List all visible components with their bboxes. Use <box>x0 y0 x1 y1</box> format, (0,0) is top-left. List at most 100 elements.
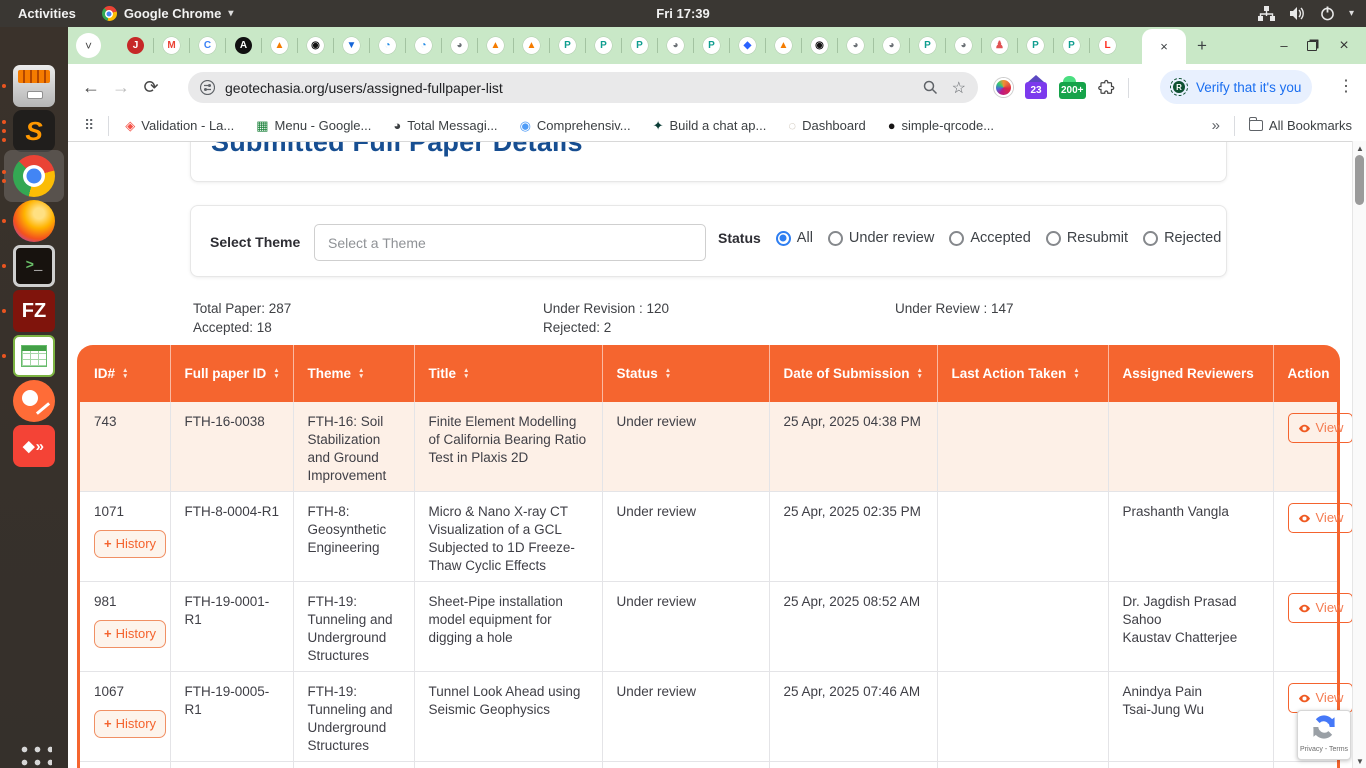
tab-favicon-globe[interactable]: ◕ <box>883 37 900 54</box>
tab-favicon-blue-disc[interactable]: ◔ <box>415 37 432 54</box>
tab-favicon-black-disc[interactable]: ◉ <box>811 37 828 54</box>
dock-item-sublime-text[interactable]: S <box>0 108 68 154</box>
tab-favicon-p-green[interactable]: P <box>1027 37 1044 54</box>
column-header-last-action-taken[interactable]: Last Action Taken▲▼ <box>937 345 1108 402</box>
site-settings-icon[interactable] <box>200 80 215 95</box>
tab-favicon-globe[interactable]: ◕ <box>847 37 864 54</box>
tab-favicon-bitbucket[interactable]: ▼ <box>343 37 360 54</box>
theme-select[interactable]: Select a Theme <box>314 224 706 261</box>
extension-camera-icon[interactable] <box>994 78 1013 97</box>
tab-favicon-pma[interactable]: ▲ <box>523 37 540 54</box>
column-header-status[interactable]: Status▲▼ <box>602 345 769 402</box>
dock-item-terminal[interactable]: >_ <box>0 243 68 289</box>
recaptcha-badge[interactable]: Privacy - Terms <box>1297 710 1351 760</box>
app-menu[interactable]: Google Chrome ▾ <box>102 6 234 21</box>
scrollbar-thumb[interactable] <box>1355 155 1364 205</box>
tab-favicon-globe[interactable]: ◕ <box>667 37 684 54</box>
tab-favicon-globe[interactable]: ◕ <box>955 37 972 54</box>
tab-favicon-blue-disc[interactable]: ◔ <box>379 37 396 54</box>
window-minimize-button[interactable]: – <box>1270 27 1298 64</box>
tab-favicon-laravel[interactable]: L <box>1099 37 1116 54</box>
url-text[interactable]: geotechasia.org/users/assigned-fullpaper… <box>225 80 923 96</box>
bookmark-menu-google[interactable]: ▦Menu - Google... <box>256 118 371 134</box>
network-icon[interactable] <box>1258 6 1275 21</box>
status-radio-rejected[interactable]: Rejected <box>1143 230 1221 246</box>
tab-favicon-globe[interactable]: ◕ <box>451 37 468 54</box>
scrollbar-up-icon[interactable]: ▲ <box>1353 144 1366 153</box>
tab-favicon-pma[interactable]: ▲ <box>271 37 288 54</box>
window-restore-button[interactable] <box>1298 27 1326 64</box>
bookmark-build-chat[interactable]: ✦Build a chat ap... <box>653 118 767 134</box>
bookmark-simple-qrcode[interactable]: ●simple-qrcode... <box>888 118 994 133</box>
dock-item-firefox[interactable] <box>0 198 68 244</box>
bookmark-dashboard[interactable]: ◌Dashboard <box>788 118 865 133</box>
forward-button[interactable]: → <box>106 77 136 98</box>
reload-button[interactable]: ⟳ <box>136 77 166 98</box>
radio-icon[interactable] <box>828 231 843 246</box>
clock[interactable]: Fri 17:39 <box>656 6 709 21</box>
tab-favicon-p-green[interactable]: P <box>919 37 936 54</box>
tab-favicon-p-green[interactable]: P <box>703 37 720 54</box>
bookmark-comprehensive[interactable]: ◉Comprehensiv... <box>520 118 631 134</box>
radio-icon[interactable] <box>949 231 964 246</box>
radio-icon[interactable] <box>776 231 791 246</box>
dock-item-google-chrome[interactable] <box>0 153 68 199</box>
bookmark-validation[interactable]: ◈Validation - La... <box>125 118 234 134</box>
tab-favicon-gmail[interactable]: M <box>163 37 180 54</box>
extension-badge-200[interactable]: 200+ <box>1059 82 1086 99</box>
history-button[interactable]: +History <box>94 710 166 738</box>
back-button[interactable]: ← <box>76 77 106 98</box>
show-applications-button[interactable] <box>0 739 68 768</box>
page-scrollbar[interactable]: ▲ ▼ <box>1352 141 1366 768</box>
verify-profile-button[interactable]: R Verify that it's you <box>1160 70 1312 104</box>
status-radio-all[interactable]: All <box>776 230 813 246</box>
status-radio-resubmit[interactable]: Resubmit <box>1046 230 1128 246</box>
window-close-button[interactable]: × <box>1330 27 1358 64</box>
tab-favicon-black-disc[interactable]: ◉ <box>307 37 324 54</box>
bookmark-star-icon[interactable]: ☆ <box>952 78 966 98</box>
dock-item-files[interactable] <box>0 63 68 109</box>
view-button[interactable]: View <box>1288 503 1353 533</box>
bookmarks-overflow-chevron[interactable]: » <box>1212 117 1220 134</box>
dock-item-red-diamond-app[interactable]: ◆» <box>0 423 68 469</box>
dock-item-libreoffice-calc[interactable] <box>0 333 68 379</box>
history-button[interactable]: +History <box>94 530 166 558</box>
radio-icon[interactable] <box>1143 231 1158 246</box>
status-radio-accepted[interactable]: Accepted <box>949 230 1030 246</box>
tab-favicon-p-green[interactable]: P <box>559 37 576 54</box>
column-header-date-of-submission[interactable]: Date of Submission▲▼ <box>769 345 937 402</box>
column-header-id-[interactable]: ID#▲▼ <box>80 345 170 402</box>
activities-button[interactable]: Activities <box>18 6 76 21</box>
tab-favicon-red-person[interactable]: ♟ <box>991 37 1008 54</box>
tab-favicon-black-square[interactable]: A <box>235 37 252 54</box>
close-tab-icon[interactable]: × <box>1160 39 1168 54</box>
extension-badge-23[interactable]: 23 <box>1025 82 1047 99</box>
new-tab-button[interactable]: + <box>1190 34 1214 58</box>
extensions-puzzle-icon[interactable] <box>1098 79 1116 97</box>
status-radio-under-review[interactable]: Under review <box>828 230 934 246</box>
tab-favicon-pma[interactable]: ▲ <box>775 37 792 54</box>
view-button[interactable]: View <box>1288 413 1353 443</box>
volume-icon[interactable] <box>1289 6 1306 21</box>
column-header-title[interactable]: Title▲▼ <box>414 345 602 402</box>
dock-item-filezilla[interactable]: FZ <box>0 288 68 334</box>
tab-search-button[interactable]: ˅ <box>76 33 101 58</box>
column-header-full-paper-id[interactable]: Full paper ID▲▼ <box>170 345 293 402</box>
tab-favicon-p-green[interactable]: P <box>595 37 612 54</box>
browser-menu-kebab-icon[interactable]: ⋮ <box>1338 76 1354 96</box>
system-menu-chevron-icon[interactable]: ▾ <box>1349 8 1354 19</box>
column-header-theme[interactable]: Theme▲▼ <box>293 345 414 402</box>
tab-favicon-p-green[interactable]: P <box>631 37 648 54</box>
dock-item-postman[interactable] <box>0 378 68 424</box>
tab-favicon-blue-shield[interactable]: ◆ <box>739 37 756 54</box>
tab-favicon-red-j[interactable]: J <box>127 37 144 54</box>
view-button[interactable]: View <box>1288 683 1353 713</box>
tab-favicon-pma[interactable]: ▲ <box>487 37 504 54</box>
address-bar[interactable]: geotechasia.org/users/assigned-fullpaper… <box>188 72 978 103</box>
active-tab[interactable]: × <box>1142 29 1186 64</box>
bookmark-total-messaging[interactable]: ◕Total Messagi... <box>393 118 497 133</box>
all-bookmarks-button[interactable]: All Bookmarks <box>1249 118 1352 133</box>
tab-favicon-p-green[interactable]: P <box>1063 37 1080 54</box>
view-button[interactable]: View <box>1288 593 1353 623</box>
zoom-icon[interactable] <box>923 80 938 95</box>
